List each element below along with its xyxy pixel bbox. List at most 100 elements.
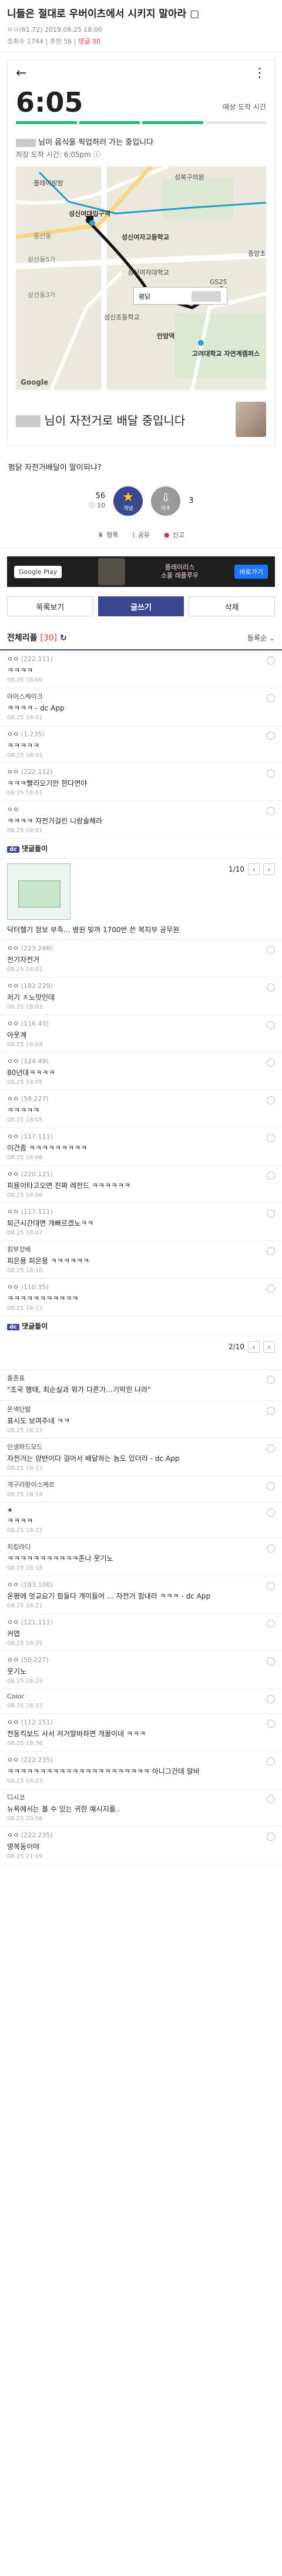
map-popup: 평닭 [133, 287, 227, 305]
delete-comment-icon[interactable] [267, 1620, 275, 1628]
delete-comment-icon[interactable] [267, 946, 275, 954]
bookmark-button[interactable]: ♛ 헝목 [98, 530, 118, 539]
comment-date: 08.25 18:01 [7, 827, 43, 834]
delete-comment-icon[interactable] [267, 1695, 275, 1703]
comment-author[interactable]: Color [7, 1693, 275, 1700]
vote-area: 56 ⓘ 10 ★ 개념 ⇩ 비추 3 [0, 481, 282, 522]
delete-comment-icon[interactable] [267, 1247, 275, 1255]
comment-date: 08.25 18:01 [7, 966, 43, 973]
delete-comment-icon[interactable] [267, 1833, 275, 1841]
comment-author[interactable]: ㅇㅇ (182.229) [7, 981, 275, 990]
comment-author[interactable]: 인생하드모드 [7, 1442, 275, 1451]
prev-icon[interactable]: ‹ [248, 1341, 260, 1353]
delete-comment-icon[interactable] [267, 1059, 275, 1067]
comment-author[interactable]: ㅇㅇ (222.111) [7, 654, 275, 663]
delete-comment-icon[interactable] [267, 1172, 275, 1180]
comment-date: 08.25 18:07 [7, 1230, 43, 1236]
delete-comment-icon[interactable] [267, 1376, 275, 1384]
dccon-pager: 2/10 ‹ › [229, 1341, 275, 1353]
comment-author[interactable]: ㅇㅇ (58.227) [7, 1094, 275, 1103]
comment-date: 08.25 18:17 [7, 1527, 43, 1534]
dccon-card-2: 2/10 ‹ › [0, 1336, 282, 1370]
comment-author[interactable]: ㅇㅇ (112.151) [7, 1717, 275, 1727]
ad-cta-button[interactable]: 바로가기 [234, 565, 268, 579]
comment-author[interactable]: 홍준표 [7, 1373, 275, 1383]
comment-author[interactable]: ㅇㅇ (58.227) [7, 1655, 275, 1664]
comment-author[interactable]: ㅇㅇ (121.111) [7, 1617, 275, 1627]
comment-author[interactable]: ㅇㅇ (110.35) [7, 1282, 275, 1292]
delete-comment-icon[interactable] [267, 1284, 275, 1293]
upvote-fixed: ⓘ 10 [88, 502, 106, 509]
delete-comment-icon[interactable] [267, 1509, 275, 1517]
delete-comment-icon[interactable] [267, 1544, 275, 1553]
list-button[interactable]: 목록보기 [7, 596, 93, 616]
comment-text: "조국 행태, 최순실과 뭐가 다른가…기막힌 나라" [7, 1386, 151, 1394]
ad-banner[interactable]: Google Play 플레이리스 소울 레플루우 바로가기 [7, 556, 275, 587]
post-meta: ㅇㅇ(61.72) 2019.08.25 18:00 [0, 24, 282, 35]
post-author[interactable]: ㅇㅇ(61.72) [7, 26, 42, 34]
delete-comment-icon[interactable] [267, 694, 275, 702]
delete-comment-icon[interactable] [267, 1021, 275, 1029]
app-topbar: ← ⋮ [8, 60, 274, 86]
comment-author[interactable]: 아이스케이크 [7, 692, 275, 701]
delete-comment-icon[interactable] [267, 1096, 275, 1105]
sort-dropdown[interactable]: 등록순 ⌄ [247, 633, 275, 643]
comment-author[interactable]: ★ [7, 1506, 275, 1514]
comment-text: 뉴욕에서는 볼 수 있는 귀한 예시지를.. [7, 1805, 120, 1813]
comment-author[interactable]: ㅇㅇ (220.121) [7, 1169, 275, 1179]
downvote-button[interactable]: ⇩ 비추 [151, 486, 181, 516]
delete-comment-icon[interactable] [267, 1657, 275, 1666]
share-button[interactable]: ⟨ 공유 [132, 530, 150, 539]
dccon-title[interactable]: 닥터헬기 정보 부족... 병원 빚까 1700번 쓴 복지부 공무원 [7, 925, 275, 935]
delete-comment-icon[interactable] [267, 1582, 275, 1590]
comment-date: 08.25 18:01 [7, 790, 43, 796]
delete-comment-icon[interactable] [267, 656, 275, 665]
comment-author[interactable]: ㅇㅇ (124.49) [7, 1056, 275, 1066]
prev-icon[interactable]: ‹ [248, 863, 260, 875]
comment-author[interactable]: ㅇㅇ [7, 805, 275, 814]
write-button[interactable]: 글쓰기 [98, 596, 184, 616]
map-label: 성신여자대학교 [127, 269, 169, 276]
comment-author[interactable]: 은색단발 [7, 1404, 275, 1414]
comment-list-3: 홍준표 "조국 행태, 최순실과 뭐가 다른가…기막힌 나라" 은색단발 표시도 … [0, 1370, 282, 1864]
comment-author[interactable]: ㅇㅇ (116.43) [7, 1019, 275, 1028]
delete-button[interactable]: 삭제 [189, 596, 276, 616]
comment-author[interactable]: ㅇㅇ (117.111) [7, 1132, 275, 1141]
comment-date: 08.25 18:36 [7, 1740, 43, 1747]
delete-comment-icon[interactable] [267, 1795, 275, 1803]
next-icon[interactable]: › [263, 1341, 275, 1353]
blurred-rider-name [16, 415, 41, 427]
comment-author[interactable]: ㅇㅇ (183.100) [7, 1580, 275, 1589]
delete-comment-icon[interactable] [267, 807, 275, 815]
comment-author[interactable]: 치킹라디 [7, 1542, 275, 1551]
comment-author[interactable]: 디시코 [7, 1793, 275, 1802]
delete-comment-icon[interactable] [267, 1444, 275, 1453]
delete-comment-icon[interactable] [267, 1134, 275, 1142]
comment-author[interactable]: ㅇㅇ (223.246) [7, 943, 275, 953]
delete-comment-icon[interactable] [267, 1757, 275, 1766]
comment-author[interactable]: ㅇㅇ (222.235) [7, 1830, 275, 1840]
delete-comment-icon[interactable] [267, 1720, 275, 1728]
progress-segment [16, 121, 77, 124]
comment-author[interactable]: ㅇㅇ (117.111) [7, 1207, 275, 1216]
dccon-image[interactable] [7, 863, 70, 920]
delete-comment-icon[interactable] [267, 983, 275, 992]
refresh-icon[interactable]: ↻ [60, 633, 67, 643]
comment-author[interactable]: 킹부갓배 [7, 1244, 275, 1254]
report-button[interactable]: ● 신고 [164, 530, 184, 539]
comment-count[interactable]: 댓글 30 [78, 38, 100, 45]
comment-author[interactable]: ㅇㅇ (222.112) [7, 767, 275, 776]
comment-author[interactable]: 개구리랑이스케르 [7, 1480, 275, 1489]
map-label: 삼선동3가 [28, 291, 56, 299]
next-icon[interactable]: › [263, 863, 275, 875]
delete-comment-icon[interactable] [267, 769, 275, 778]
comment-author[interactable]: ㅇㅇ (1.235) [7, 729, 275, 739]
delete-comment-icon[interactable] [267, 732, 275, 740]
delete-comment-icon[interactable] [267, 1482, 275, 1490]
ad-image [98, 558, 125, 585]
progress-segment [79, 121, 140, 124]
comment-author[interactable]: ㅇㅇ (222.235) [7, 1755, 275, 1764]
delete-comment-icon[interactable] [267, 1407, 275, 1415]
upvote-button[interactable]: ★ 개념 [113, 486, 143, 516]
delete-comment-icon[interactable] [267, 1209, 275, 1217]
